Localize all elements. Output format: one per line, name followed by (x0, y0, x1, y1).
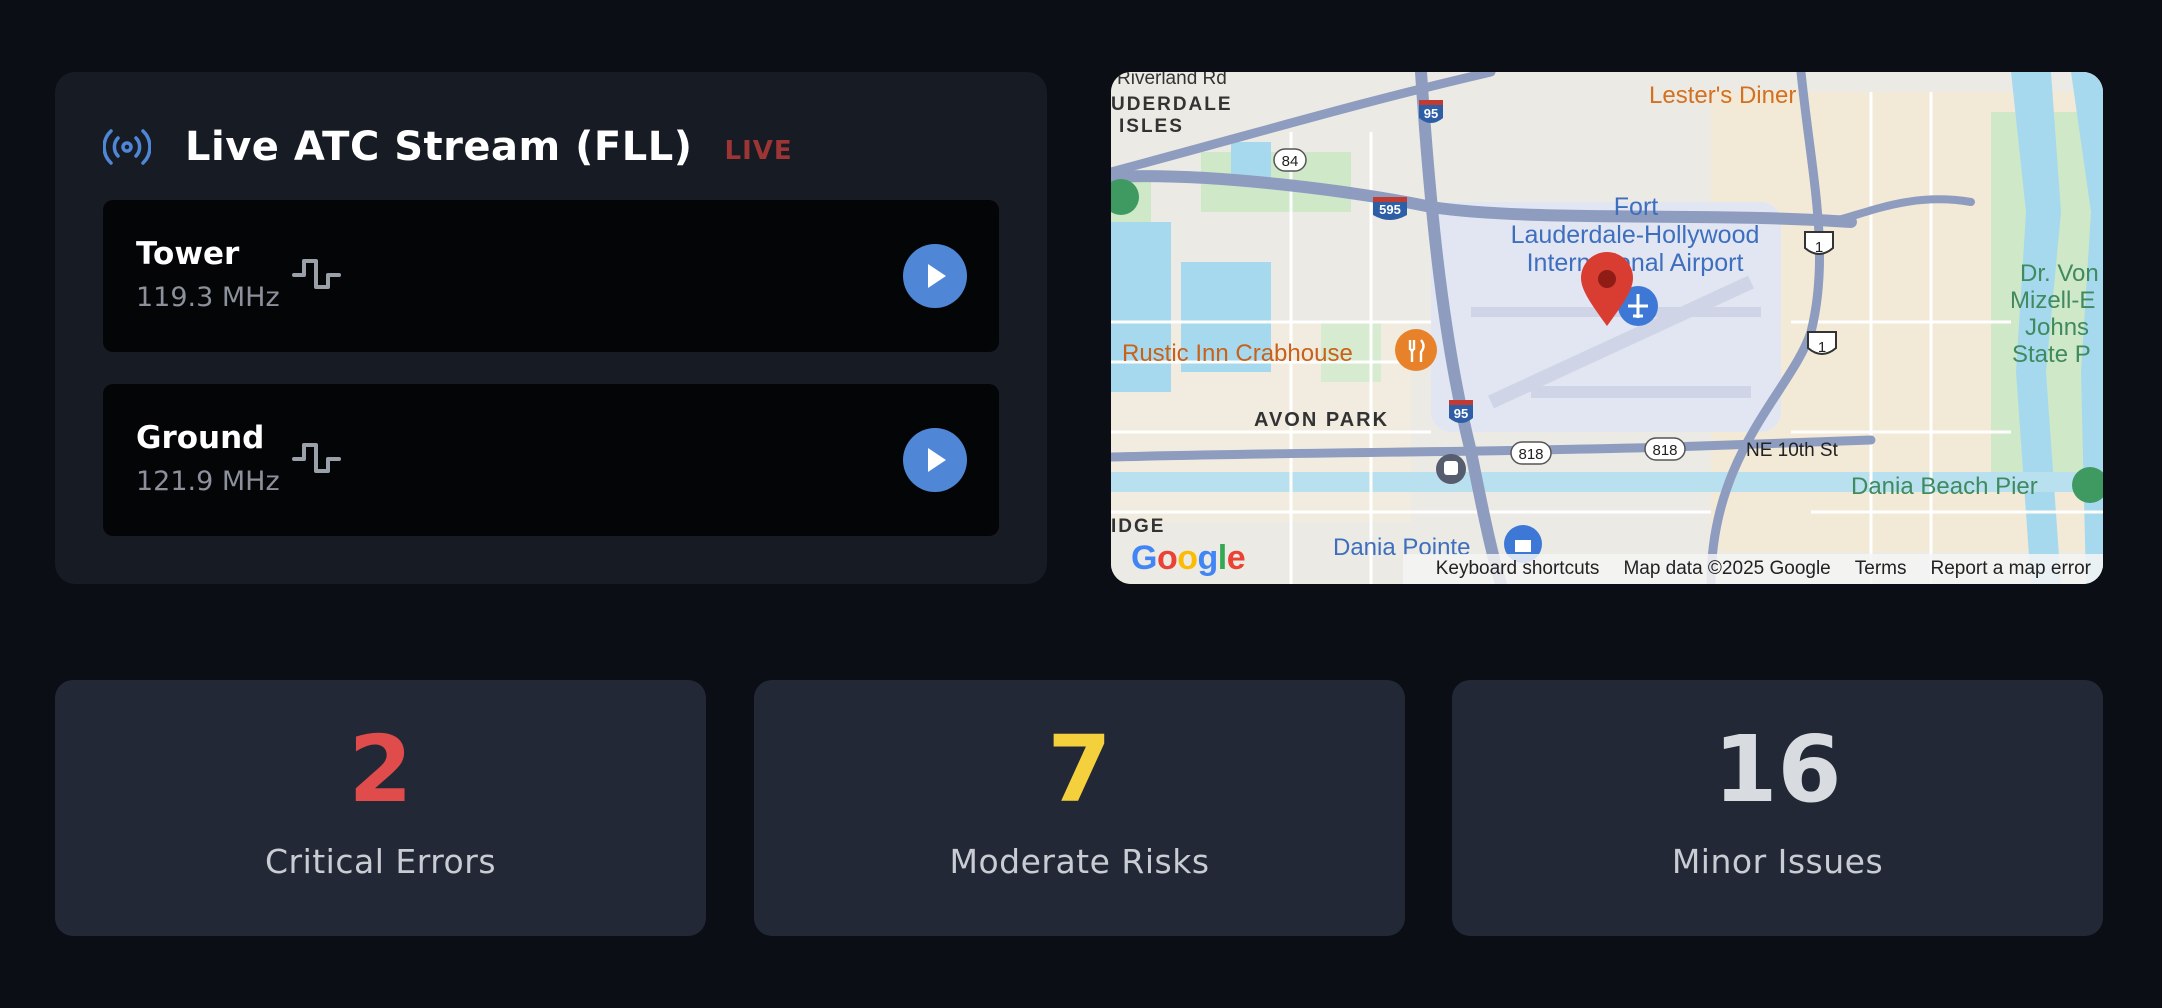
airport-map[interactable]: 95 595 95 84 818 818 1 1 Riverland Rd UD… (1111, 72, 2103, 584)
map-label: ISLES (1119, 116, 1184, 137)
stream-title: Live ATC Stream (FLL) (185, 124, 693, 170)
map-label: Riverland Rd (1117, 72, 1227, 89)
play-icon (928, 264, 946, 288)
stat-value: 16 (1713, 716, 1842, 823)
stat-label: Moderate Risks (949, 842, 1210, 881)
play-icon (928, 448, 946, 472)
waveform-icon (291, 255, 343, 299)
stat-value: 2 (348, 716, 413, 823)
shield-818-icon: 818 (1652, 442, 1677, 459)
broadcast-icon (103, 127, 151, 167)
map-label: NE 10th St (1746, 440, 1839, 461)
shield-818-icon: 818 (1518, 446, 1543, 463)
stat-value: 7 (1047, 716, 1112, 823)
channel-name: Tower (136, 236, 240, 272)
stat-label: Critical Errors (264, 842, 497, 881)
map-data-credit: Map data ©2025 Google (1623, 558, 1831, 579)
shield-595-icon: 595 (1379, 202, 1401, 217)
map-label: International Airport (1527, 249, 1744, 277)
map-label: Rustic Inn Crabhouse (1122, 340, 1353, 367)
map-label: Dania Beach Pier (1851, 473, 2038, 500)
map-label: Johns (2025, 314, 2089, 341)
play-button[interactable] (903, 244, 967, 308)
atc-header: Live ATC Stream (FLL) LIVE (103, 122, 793, 172)
play-button[interactable] (903, 428, 967, 492)
google-logo: Google (1131, 539, 1246, 577)
map-label: AVON PARK (1254, 409, 1389, 431)
shield-84-icon: 84 (1282, 153, 1299, 170)
channel-name: Ground (136, 420, 265, 456)
live-badge: LIVE (724, 136, 793, 166)
terms-link[interactable]: Terms (1855, 558, 1907, 580)
map-label: State P (2012, 341, 2091, 368)
shield-us1-icon: 1 (1818, 339, 1826, 356)
map-label: Mizell-E (2010, 287, 2095, 314)
restaurant-icon[interactable] (1395, 329, 1437, 371)
waveform-icon (291, 439, 343, 483)
map-label: IDGE (1111, 516, 1165, 537)
transit-icon[interactable] (1436, 454, 1466, 484)
stat-label: Minor Issues (1671, 842, 1884, 881)
map-attribution: Keyboard shortcuts Map data ©2025 Google… (1403, 554, 2103, 584)
shield-95-icon: 95 (1454, 406, 1468, 421)
stat-card-moderate: 7 Moderate Risks (754, 680, 1405, 936)
map-label: Dr. Von (2020, 260, 2099, 287)
stat-card-critical: 2 Critical Errors (55, 680, 706, 936)
shield-us1-icon: 1 (1815, 239, 1823, 256)
channel-frequency: 121.9 MHz (136, 466, 280, 497)
report-error-link[interactable]: Report a map error (1930, 558, 2091, 580)
atc-stream-panel: Live ATC Stream (FLL) LIVE Tower 119.3 M… (55, 72, 1047, 584)
map-label: Fort (1614, 193, 1659, 221)
keyboard-shortcuts-link[interactable]: Keyboard shortcuts (1436, 558, 1600, 580)
stat-card-minor: 16 Minor Issues (1452, 680, 2103, 936)
channel-tower: Tower 119.3 MHz (103, 200, 999, 352)
map-label: Lauderdale-Hollywood (1511, 221, 1760, 249)
shield-95-icon: 95 (1424, 106, 1438, 121)
map-label: UDERDALE (1111, 94, 1233, 115)
channel-frequency: 119.3 MHz (136, 282, 280, 313)
map-label: Lester's Diner (1649, 82, 1796, 109)
channel-ground: Ground 121.9 MHz (103, 384, 999, 536)
